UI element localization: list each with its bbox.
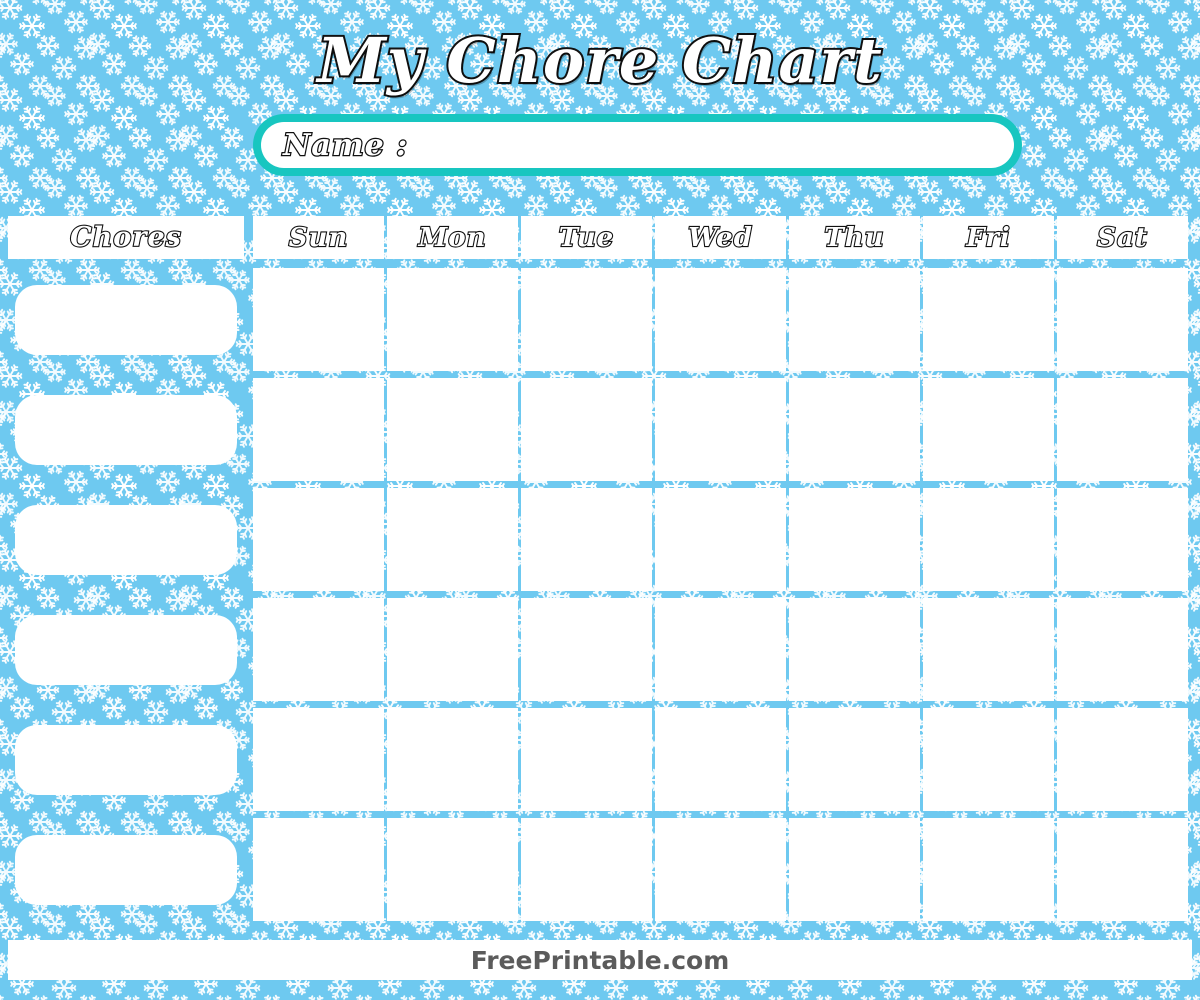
chart-cell[interactable] — [521, 818, 652, 921]
chart-cell[interactable] — [923, 268, 1054, 371]
title-bar: My Chore Chart — [0, 22, 1200, 100]
day-header-label: Thu — [823, 221, 885, 253]
chart-cell[interactable] — [521, 268, 652, 371]
chart-cell[interactable] — [923, 378, 1054, 481]
day-header-label: Tue — [558, 221, 615, 253]
day-header-label: Mon — [417, 221, 487, 253]
day-header-sat: Sat — [1057, 216, 1188, 259]
chart-cell[interactable] — [655, 268, 786, 371]
chart-cell[interactable] — [387, 818, 518, 921]
chart-cell[interactable] — [253, 818, 384, 921]
chart-cell[interactable] — [253, 598, 384, 701]
chart-cell[interactable] — [521, 598, 652, 701]
chart-cell[interactable] — [1057, 708, 1188, 811]
chart-cell[interactable] — [387, 268, 518, 371]
chart-cell[interactable] — [1057, 268, 1188, 371]
name-input[interactable]: Name : — [261, 122, 1014, 168]
day-header-label: Sat — [1096, 221, 1148, 253]
chart-cell[interactable] — [789, 488, 920, 591]
day-header-mon: Mon — [387, 216, 518, 259]
chore-chart-page: My Chore Chart Name : Chores Sun Mon Tue We… — [0, 0, 1200, 1000]
chore-name-input[interactable] — [15, 834, 237, 905]
page-title: My Chore Chart — [315, 24, 884, 97]
chart-cell[interactable] — [253, 378, 384, 481]
chores-column-header: Chores — [8, 216, 244, 259]
chart-cell[interactable] — [789, 818, 920, 921]
chart-cell[interactable] — [923, 818, 1054, 921]
footer-brand-text: FreePrintable.com — [470, 945, 730, 975]
chart-cell[interactable] — [1057, 488, 1188, 591]
day-header-fri: Fri — [923, 216, 1054, 259]
chore-name-input[interactable] — [15, 724, 237, 795]
chart-cell[interactable] — [387, 378, 518, 481]
chores-header-label: Chores — [69, 221, 182, 254]
chart-cell[interactable] — [923, 488, 1054, 591]
day-header-thu: Thu — [789, 216, 920, 259]
day-header-tue: Tue — [521, 216, 652, 259]
chart-cell[interactable] — [655, 378, 786, 481]
day-header-wed: Wed — [655, 216, 786, 259]
chart-cell[interactable] — [655, 598, 786, 701]
chart-cell[interactable] — [521, 488, 652, 591]
chart-cell[interactable] — [253, 708, 384, 811]
chart-cell[interactable] — [789, 268, 920, 371]
chart-cell[interactable] — [387, 598, 518, 701]
chart-cell[interactable] — [253, 488, 384, 591]
chart-cell[interactable] — [923, 598, 1054, 701]
day-header-label: Sun — [288, 221, 349, 253]
chart-cell[interactable] — [521, 708, 652, 811]
chore-name-input[interactable] — [15, 284, 237, 355]
chore-name-input[interactable] — [15, 394, 237, 465]
chart-cell[interactable] — [1057, 378, 1188, 481]
chart-cell[interactable] — [789, 708, 920, 811]
chart-cell[interactable] — [387, 708, 518, 811]
day-header-label: Fri — [965, 221, 1011, 253]
chart-cell[interactable] — [521, 378, 652, 481]
name-label: Name : — [282, 126, 409, 164]
footer-band: FreePrintable.com — [8, 940, 1192, 980]
chart-cell[interactable] — [789, 378, 920, 481]
chart-cell[interactable] — [789, 598, 920, 701]
chore-name-input[interactable] — [15, 504, 237, 575]
chart-cell[interactable] — [655, 488, 786, 591]
day-header-label: Wed — [687, 221, 753, 253]
chart-cell[interactable] — [387, 488, 518, 591]
chart-cell[interactable] — [655, 708, 786, 811]
chart-cell[interactable] — [1057, 598, 1188, 701]
chart-cell[interactable] — [655, 818, 786, 921]
chart-cell[interactable] — [1057, 818, 1188, 921]
chart-cell[interactable] — [253, 268, 384, 371]
chart-cell[interactable] — [923, 708, 1054, 811]
name-field-container: Name : — [253, 114, 1022, 176]
day-header-sun: Sun — [253, 216, 384, 259]
chore-name-input[interactable] — [15, 614, 237, 685]
